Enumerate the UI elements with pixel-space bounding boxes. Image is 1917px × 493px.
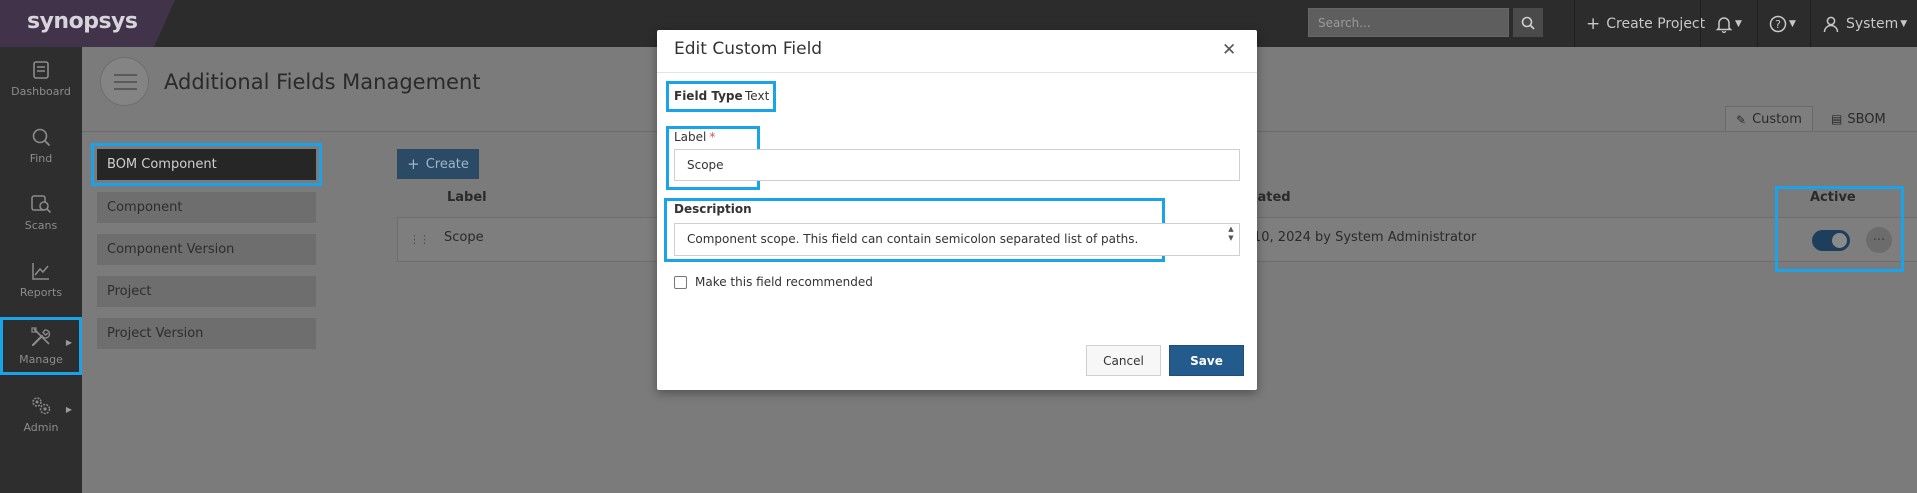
label-field-text: Label bbox=[674, 130, 707, 144]
scans-icon bbox=[31, 195, 52, 214]
gears-icon bbox=[32, 397, 51, 415]
ellipsis-icon: ··· bbox=[1872, 232, 1886, 248]
active-toggle[interactable] bbox=[1812, 230, 1850, 251]
chevron-down-icon: ▼ bbox=[1789, 18, 1796, 29]
tab-label: SBOM bbox=[1847, 111, 1886, 127]
entity-item-project[interactable]: Project bbox=[97, 276, 316, 307]
hamburger-menu-button[interactable] bbox=[100, 57, 149, 106]
cancel-button[interactable]: Cancel bbox=[1086, 345, 1161, 376]
entity-item-project-version[interactable]: Project Version bbox=[97, 318, 316, 349]
column-header-updated: lated bbox=[1253, 190, 1291, 205]
divider bbox=[1574, 0, 1575, 47]
left-nav: Dashboard Find Scans Reports Manage ▶ Ad… bbox=[0, 47, 82, 493]
nav-item-scans[interactable]: Scans bbox=[0, 183, 82, 243]
close-icon[interactable]: ✕ bbox=[1222, 40, 1236, 60]
reports-icon bbox=[32, 263, 49, 280]
chevron-right-icon: ▶ bbox=[65, 338, 72, 347]
entity-item-component[interactable]: Component bbox=[97, 192, 316, 223]
entity-label: Project bbox=[107, 284, 152, 299]
required-marker: * bbox=[709, 130, 716, 144]
plus-icon: + bbox=[1586, 13, 1601, 34]
tab-label: Custom bbox=[1752, 112, 1802, 127]
nav-label: Admin bbox=[23, 421, 59, 434]
description-label: Description bbox=[674, 202, 752, 216]
modal-title: Edit Custom Field bbox=[674, 39, 823, 59]
edit-custom-field-dialog: Edit Custom Field ✕ Field Type Text Labe… bbox=[657, 30, 1257, 390]
divider bbox=[1757, 0, 1758, 47]
user-icon bbox=[1823, 16, 1839, 32]
chevron-right-icon: ▶ bbox=[65, 405, 72, 414]
entity-item-bom-component[interactable]: BOM Component bbox=[91, 143, 322, 186]
search-input[interactable] bbox=[1308, 8, 1509, 37]
divider bbox=[1810, 0, 1811, 47]
hamburger-bar bbox=[114, 74, 137, 76]
create-button[interactable]: + Create bbox=[397, 149, 479, 179]
bell-icon bbox=[1715, 16, 1733, 33]
modal-header: Edit Custom Field ✕ bbox=[657, 30, 1257, 73]
help-icon: ? bbox=[1769, 15, 1787, 32]
custom-icon: ✎ bbox=[1736, 112, 1747, 127]
tools-icon bbox=[31, 327, 51, 347]
svg-text:?: ? bbox=[1775, 18, 1781, 31]
help-button[interactable]: ? ▼ bbox=[1769, 0, 1796, 47]
more-options-button[interactable]: ··· bbox=[1866, 227, 1892, 253]
row-label-cell: Scope bbox=[444, 230, 484, 245]
create-label: Create bbox=[425, 156, 469, 172]
label-input[interactable] bbox=[674, 149, 1240, 181]
user-menu-label: System bbox=[1846, 15, 1899, 32]
nav-item-admin[interactable]: Admin ▶ bbox=[0, 384, 82, 444]
brand-logo-text: synopsys bbox=[27, 9, 138, 34]
plus-icon: + bbox=[407, 155, 420, 173]
notifications-button[interactable]: ▼ bbox=[1715, 0, 1742, 47]
dashboard-icon bbox=[33, 61, 49, 79]
chevron-down-icon: ▼ bbox=[1735, 18, 1742, 29]
document-icon: ▤ bbox=[1831, 112, 1843, 126]
save-button[interactable]: Save bbox=[1169, 345, 1244, 376]
recommended-checkbox[interactable] bbox=[674, 276, 687, 289]
scroll-spinner-icon[interactable]: ▲ ▼ bbox=[1224, 225, 1238, 254]
entity-label: Component Version bbox=[107, 242, 235, 257]
entity-label: Component bbox=[107, 200, 183, 215]
entity-label: BOM Component bbox=[107, 157, 217, 172]
nav-label: Reports bbox=[19, 286, 63, 299]
nav-label: Find bbox=[29, 152, 53, 165]
description-textarea[interactable]: Component scope. This field can contain … bbox=[674, 223, 1240, 256]
hamburger-bar bbox=[114, 81, 137, 83]
toggle-knob bbox=[1832, 233, 1847, 248]
hamburger-bar bbox=[114, 88, 137, 90]
column-header-label: Label bbox=[447, 190, 487, 205]
recommended-label: Make this field recommended bbox=[695, 275, 873, 289]
tab-sbom[interactable]: ▤ SBOM bbox=[1821, 106, 1896, 132]
nav-item-find[interactable]: Find bbox=[0, 116, 82, 176]
create-project-button[interactable]: + Create Project bbox=[1586, 0, 1705, 47]
field-type-label: Field Type bbox=[674, 89, 743, 103]
page-title: Additional Fields Management bbox=[164, 70, 481, 94]
create-project-label: Create Project bbox=[1606, 15, 1706, 32]
divider bbox=[1700, 0, 1701, 47]
row-updated-cell: 10, 2024 by System Administrator bbox=[1253, 230, 1477, 245]
entity-item-component-version[interactable]: Component Version bbox=[97, 234, 316, 265]
user-menu-button[interactable]: System ▼ bbox=[1822, 0, 1907, 47]
search-icon bbox=[32, 128, 51, 147]
entity-label: Project Version bbox=[107, 326, 204, 341]
chevron-down-icon: ▼ bbox=[1900, 18, 1908, 29]
label-field-label: Label * bbox=[674, 130, 715, 144]
nav-item-dashboard[interactable]: Dashboard bbox=[0, 49, 82, 109]
brand-logo[interactable]: synopsys bbox=[0, 0, 175, 47]
search-icon bbox=[1521, 16, 1535, 30]
tab-custom[interactable]: ✎ Custom bbox=[1725, 106, 1813, 132]
nav-label: Manage bbox=[19, 353, 63, 366]
nav-item-manage[interactable]: Manage ▶ bbox=[0, 317, 82, 375]
nav-label: Dashboard bbox=[11, 85, 71, 98]
field-type-value: Text bbox=[745, 89, 770, 103]
search-button[interactable] bbox=[1513, 8, 1543, 37]
drag-handle-icon[interactable]: ⋮⋮ bbox=[409, 233, 430, 246]
nav-label: Scans bbox=[24, 219, 58, 232]
nav-item-reports[interactable]: Reports bbox=[0, 250, 82, 310]
